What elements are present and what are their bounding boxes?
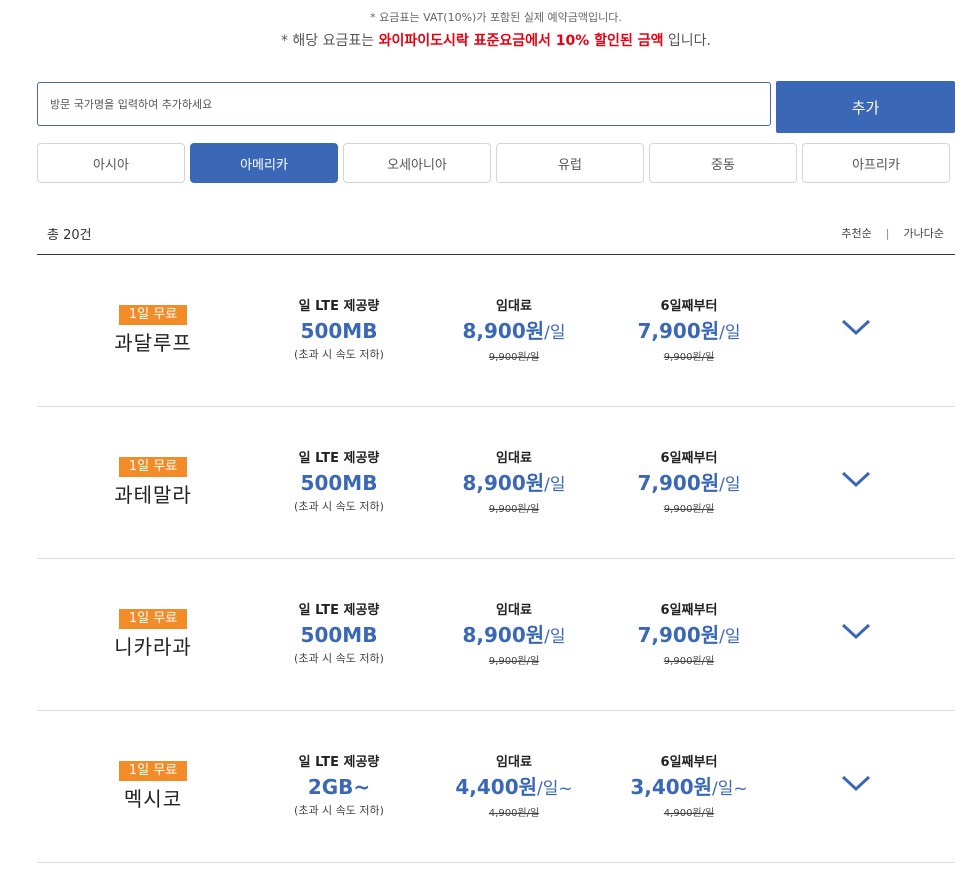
country-search-input[interactable] bbox=[38, 83, 770, 125]
chevron-down-icon[interactable] bbox=[840, 773, 872, 793]
data-allowance-value: 500MB bbox=[300, 319, 378, 343]
data-allowance-value: 500MB bbox=[300, 471, 378, 495]
free-day-badge: 1일 무료 bbox=[118, 609, 188, 629]
data-allowance-label: 일 LTE 제공량 bbox=[298, 755, 380, 770]
day6-fee-unit: /일 bbox=[719, 475, 741, 495]
tab-oceania[interactable]: 오세아니아 bbox=[343, 143, 491, 183]
data-allowance-note: (초과 시 속도 저하) bbox=[294, 348, 384, 361]
data-allowance-cell: 일 LTE 제공량 500MB (초과 시 속도 저하) bbox=[259, 295, 419, 362]
list-item: 1일 무료 멕시코 일 LTE 제공량 2GB~ (초과 시 속도 저하) 임대… bbox=[37, 711, 955, 863]
discount-notice: * 해당 요금표는 와이파이도시락 표준요금에서 10% 할인된 금액 입니다. bbox=[0, 30, 972, 50]
tab-europe[interactable]: 유럽 bbox=[496, 143, 644, 183]
data-allowance-label: 일 LTE 제공량 bbox=[298, 451, 380, 466]
day6-fee-original-price: 9,900원/일 bbox=[663, 352, 715, 363]
day6-fee-price: 7,900원 bbox=[637, 471, 720, 495]
list-item: 1일 무료 과테말라 일 LTE 제공량 500MB (초과 시 속도 저하) … bbox=[37, 407, 955, 559]
day6-fee-label: 6일째부터 bbox=[660, 451, 718, 466]
rental-fee-label: 임대료 bbox=[496, 451, 532, 466]
data-allowance-label: 일 LTE 제공량 bbox=[298, 603, 380, 618]
rental-fee-unit: /일 bbox=[544, 475, 566, 495]
sort-recommended-link[interactable]: 추천순 bbox=[841, 225, 871, 241]
rental-fee-price: 8,900원 bbox=[462, 319, 545, 343]
data-allowance-note: (초과 시 속도 저하) bbox=[294, 500, 384, 513]
country-cell: 1일 무료 멕시코 bbox=[87, 759, 219, 812]
free-day-badge: 1일 무료 bbox=[118, 457, 188, 477]
chevron-down-icon[interactable] bbox=[840, 317, 872, 337]
country-cell: 1일 무료 니카라과 bbox=[87, 607, 219, 660]
day6-fee-label: 6일째부터 bbox=[660, 299, 718, 314]
data-allowance-value: 500MB bbox=[300, 623, 378, 647]
day6-fee-label: 6일째부터 bbox=[660, 755, 718, 770]
day6-fee-label: 6일째부터 bbox=[660, 603, 718, 618]
total-count: 총 20건 bbox=[47, 228, 92, 243]
rental-fee-unit: /일~ bbox=[537, 779, 573, 799]
rental-fee-price: 8,900원 bbox=[462, 471, 545, 495]
rental-fee-cell: 임대료 8,900원/일 9,900원/일 bbox=[439, 447, 589, 515]
data-allowance-cell: 일 LTE 제공량 500MB (초과 시 속도 저하) bbox=[259, 447, 419, 514]
day6-fee-price: 7,900원 bbox=[637, 623, 720, 647]
day6-fee-price: 3,400원 bbox=[630, 775, 713, 799]
rental-fee-original-price: 9,900원/일 bbox=[488, 352, 540, 363]
country-cell: 1일 무료 과테말라 bbox=[87, 455, 219, 508]
day6-fee-original-price: 9,900원/일 bbox=[663, 504, 715, 515]
day6-fee-cell: 6일째부터 3,400원/일~ 4,900원/일 bbox=[614, 751, 764, 819]
rental-fee-price: 4,400원 bbox=[455, 775, 538, 799]
vat-notice: * 요금표는 VAT(10%)가 포함된 실제 예약금액입니다. bbox=[370, 11, 622, 24]
data-allowance-value: 2GB~ bbox=[307, 775, 371, 799]
list-item: 1일 무료 니카라과 일 LTE 제공량 500MB (초과 시 속도 저하) … bbox=[37, 559, 955, 711]
sort-alphabetical-link[interactable]: 가나다순 bbox=[904, 225, 944, 241]
discount-notice-suffix: 입니다. bbox=[663, 33, 712, 49]
rental-fee-label: 임대료 bbox=[496, 603, 532, 618]
rental-fee-label: 임대료 bbox=[496, 299, 532, 314]
country-name: 멕시코 bbox=[123, 787, 183, 811]
country-name: 과테말라 bbox=[114, 483, 192, 507]
rental-fee-unit: /일 bbox=[544, 627, 566, 647]
discount-notice-highlight: 와이파이도시락 표준요금에서 10% 할인된 금액 bbox=[378, 33, 664, 49]
day6-fee-price: 7,900원 bbox=[637, 319, 720, 343]
sort-separator: | bbox=[885, 226, 890, 240]
rental-fee-original-price: 9,900원/일 bbox=[488, 504, 540, 515]
day6-fee-cell: 6일째부터 7,900원/일 9,900원/일 bbox=[614, 447, 764, 515]
rental-fee-cell: 임대료 4,400원/일~ 4,900원/일 bbox=[439, 751, 589, 819]
region-tabs: 아시아 아메리카 오세아니아 유럽 중동 아프리카 bbox=[37, 143, 950, 183]
country-search-box bbox=[37, 82, 771, 126]
list-item: 1일 무료 과달루프 일 LTE 제공량 500MB (초과 시 속도 저하) … bbox=[37, 255, 955, 407]
day6-fee-unit: /일~ bbox=[712, 779, 748, 799]
rental-fee-original-price: 4,900원/일 bbox=[488, 808, 540, 819]
country-name: 과달루프 bbox=[114, 331, 192, 355]
tab-america[interactable]: 아메리카 bbox=[190, 143, 338, 183]
tab-middle-east[interactable]: 중동 bbox=[649, 143, 797, 183]
data-allowance-cell: 일 LTE 제공량 2GB~ (초과 시 속도 저하) bbox=[259, 751, 419, 818]
discount-notice-prefix: * 해당 요금표는 bbox=[280, 33, 379, 49]
day6-fee-original-price: 9,900원/일 bbox=[663, 656, 715, 667]
chevron-down-icon[interactable] bbox=[840, 469, 872, 489]
country-cell: 1일 무료 과달루프 bbox=[87, 303, 219, 356]
chevron-down-icon[interactable] bbox=[840, 621, 872, 641]
rental-fee-unit: /일 bbox=[544, 323, 566, 343]
sort-options: 추천순 | 가나다순 bbox=[841, 225, 944, 241]
rental-fee-cell: 임대료 8,900원/일 9,900원/일 bbox=[439, 599, 589, 667]
add-country-button[interactable]: 추가 bbox=[776, 81, 955, 133]
data-allowance-note: (초과 시 속도 저하) bbox=[294, 804, 384, 817]
country-name: 니카라과 bbox=[114, 635, 192, 659]
tab-asia[interactable]: 아시아 bbox=[37, 143, 185, 183]
free-day-badge: 1일 무료 bbox=[118, 305, 188, 325]
day6-fee-unit: /일 bbox=[719, 323, 741, 343]
day6-fee-cell: 6일째부터 7,900원/일 9,900원/일 bbox=[614, 599, 764, 667]
day6-fee-original-price: 4,900원/일 bbox=[663, 808, 715, 819]
data-allowance-note: (초과 시 속도 저하) bbox=[294, 652, 384, 665]
rental-fee-label: 임대료 bbox=[496, 755, 532, 770]
day6-fee-unit: /일 bbox=[719, 627, 741, 647]
data-allowance-cell: 일 LTE 제공량 500MB (초과 시 속도 저하) bbox=[259, 599, 419, 666]
rental-fee-original-price: 9,900원/일 bbox=[488, 656, 540, 667]
rental-fee-cell: 임대료 8,900원/일 9,900원/일 bbox=[439, 295, 589, 363]
rental-fee-price: 8,900원 bbox=[462, 623, 545, 647]
free-day-badge: 1일 무료 bbox=[118, 761, 188, 781]
tab-africa[interactable]: 아프리카 bbox=[802, 143, 950, 183]
day6-fee-cell: 6일째부터 7,900원/일 9,900원/일 bbox=[614, 295, 764, 363]
data-allowance-label: 일 LTE 제공량 bbox=[298, 299, 380, 314]
